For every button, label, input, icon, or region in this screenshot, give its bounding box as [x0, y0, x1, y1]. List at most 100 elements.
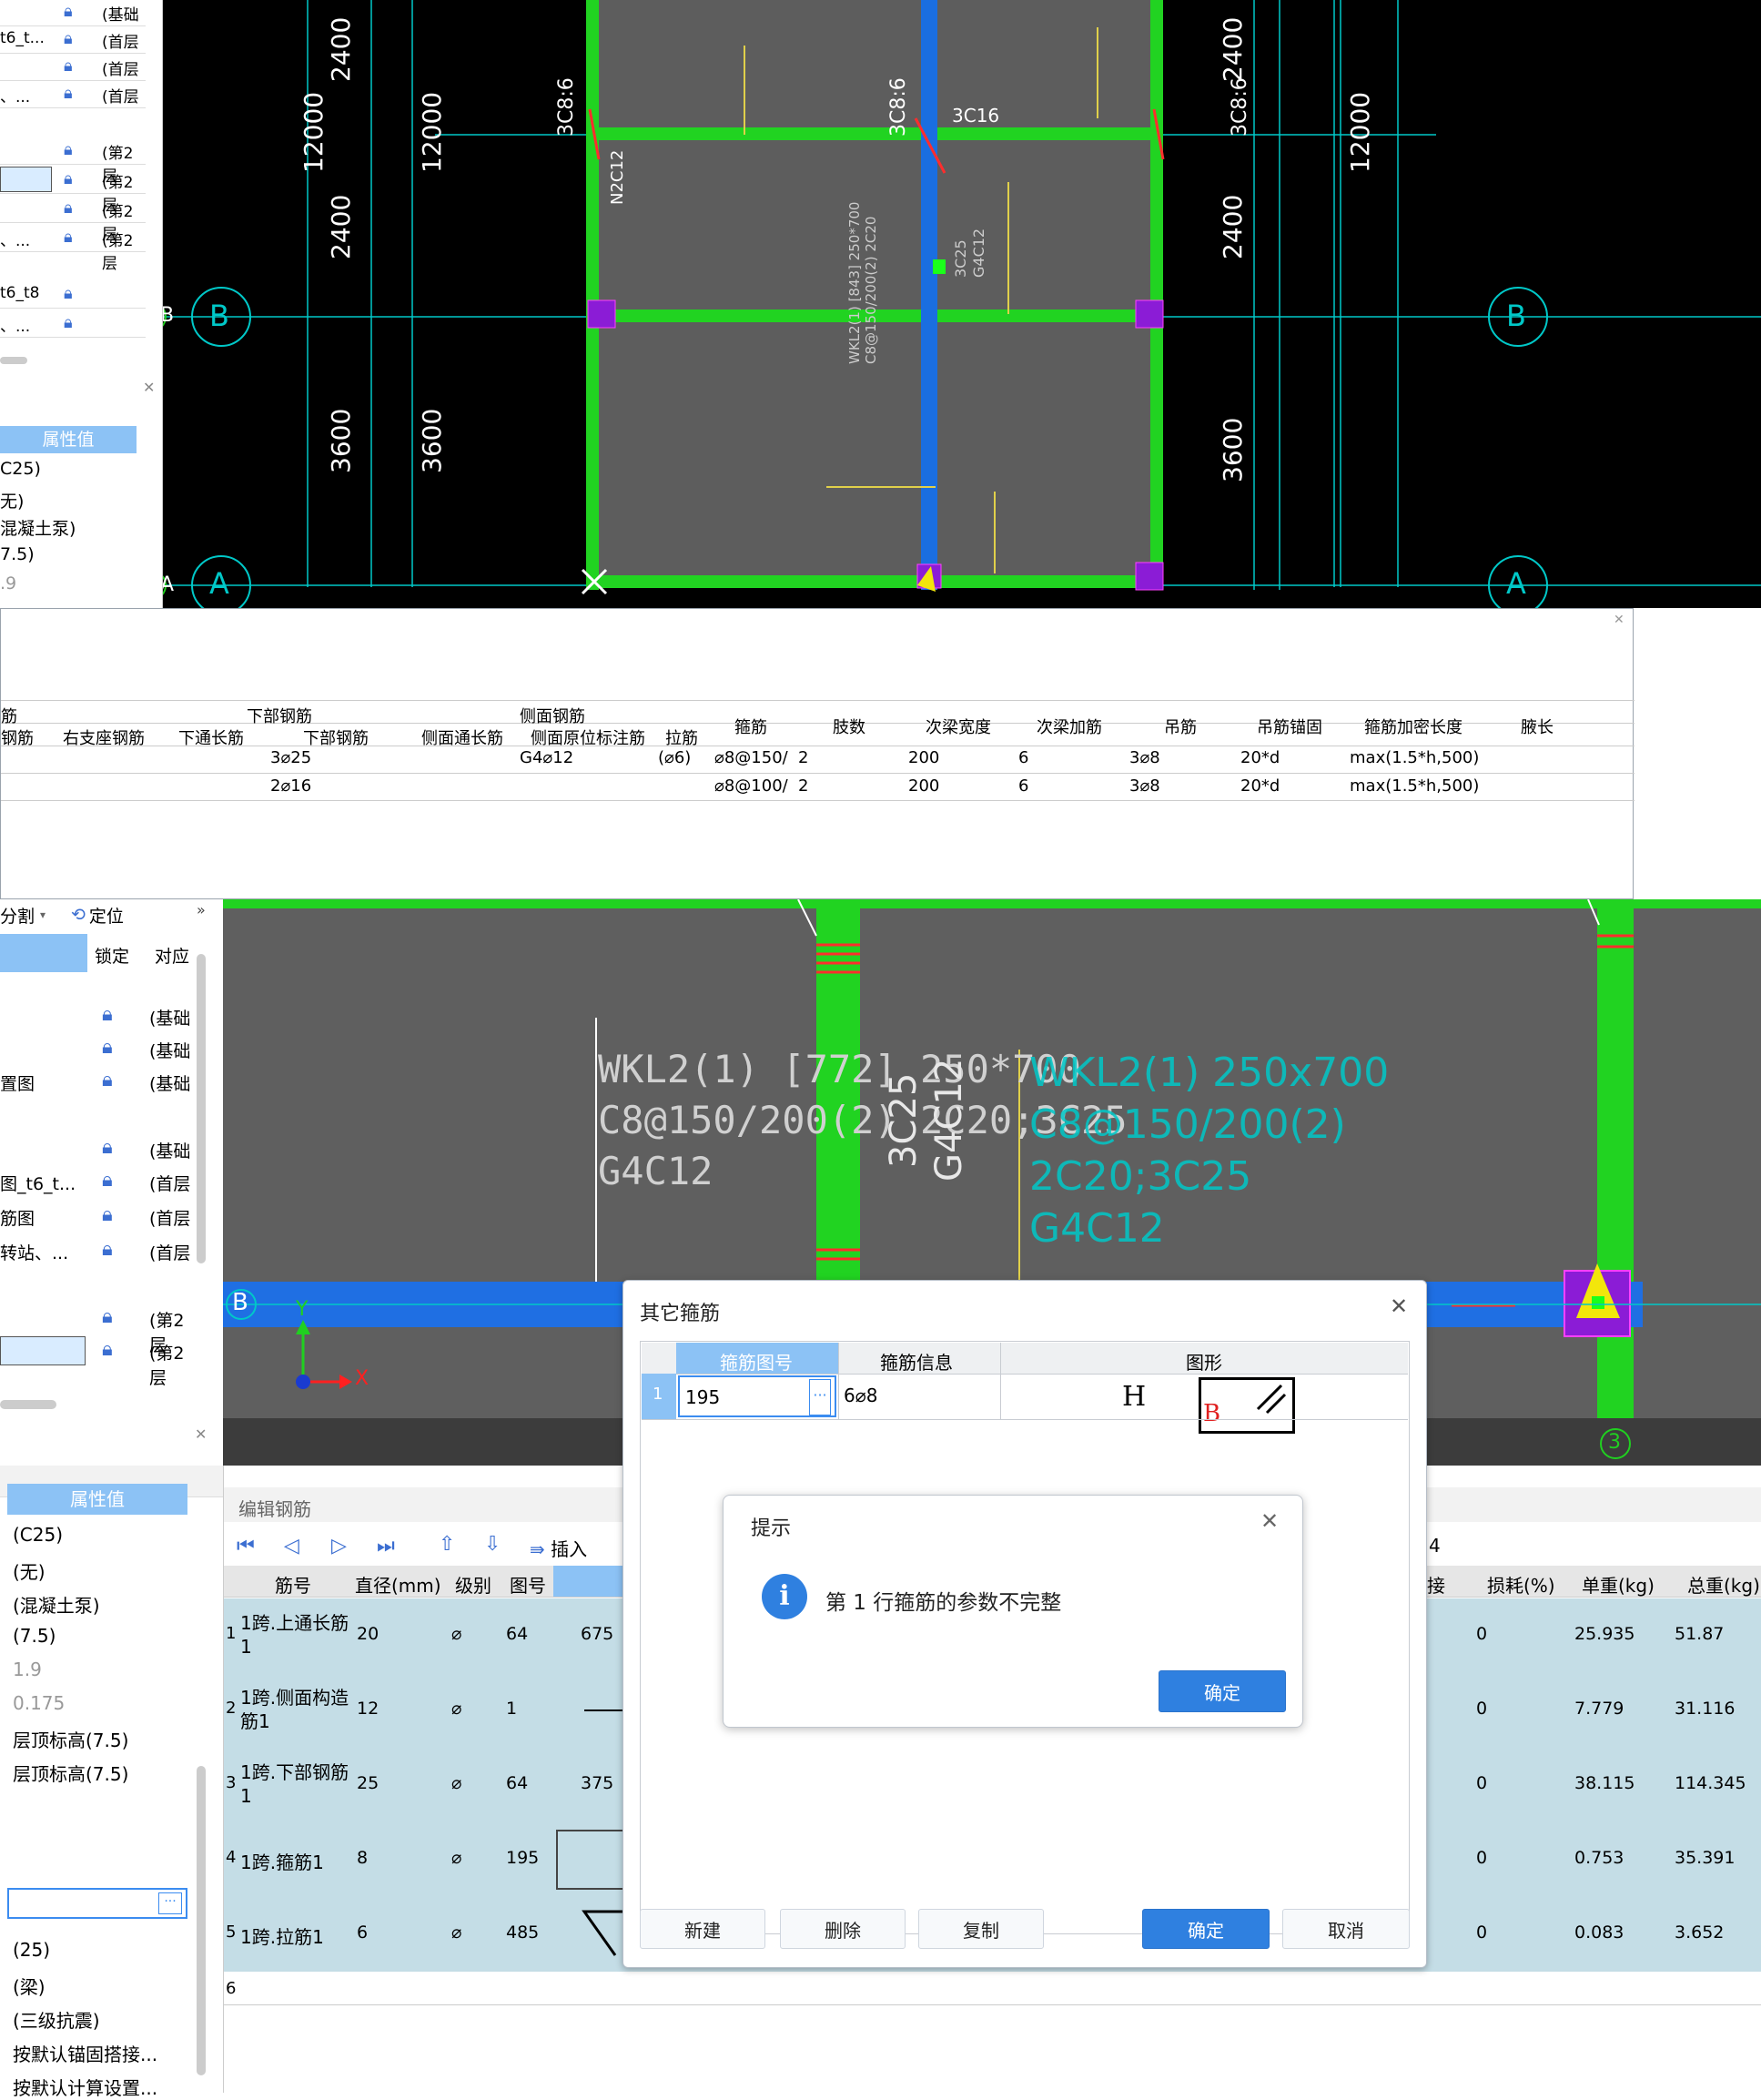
table-cell[interactable]: 20*d: [1240, 776, 1280, 796]
layer-row[interactable]: 筋图 🔒︎ (首层: [0, 1200, 196, 1233]
cancel-button[interactable]: 取消: [1282, 1909, 1410, 1949]
table-cell[interactable]: ⌀8@150/: [714, 748, 802, 767]
first-icon[interactable]: ⏮: [237, 1535, 255, 1557]
close-icon[interactable]: ✕: [195, 1425, 207, 1443]
close-icon[interactable]: ✕: [1614, 613, 1624, 627]
prop-value[interactable]: (C25): [13, 1524, 63, 1546]
lock-icon[interactable]: 🔒︎: [64, 2, 73, 21]
lock-icon[interactable]: 🔒︎: [102, 1169, 113, 1192]
layer-row[interactable]: 🔒︎ (首层: [0, 53, 146, 81]
locate-button[interactable]: ⟲ 定位: [71, 899, 153, 930]
layer-row[interactable]: 🔒︎ (基础: [0, 0, 146, 26]
close-icon[interactable]: ✕: [143, 379, 155, 396]
layer-row[interactable]: 🔒︎ (基础: [0, 1032, 196, 1065]
new-button[interactable]: 新建: [640, 1909, 765, 1949]
prop-value[interactable]: (三级抗震): [13, 2006, 100, 2033]
prop-value[interactable]: 按默认锚固搭接...: [13, 2040, 157, 2066]
layer-row[interactable]: t6_t... 🔒︎ (首层: [0, 25, 146, 54]
layer-row-selected[interactable]: 🔒︎ (第2层: [0, 166, 146, 215]
stirrup-fig-input[interactable]: 195 ···: [678, 1375, 836, 1417]
prop-value[interactable]: 0.175: [13, 1692, 65, 1714]
prop-value[interactable]: 按默认计算设置...: [13, 2074, 157, 2100]
layer-row[interactable]: 🔒︎ (第2层: [0, 195, 146, 244]
lock-icon[interactable]: 🔒︎: [102, 1136, 113, 1159]
prop-value[interactable]: 1.9: [13, 1659, 42, 1680]
scrollbar[interactable]: [197, 1766, 206, 2075]
lock-icon[interactable]: 🔒︎: [64, 29, 73, 48]
move-up-icon[interactable]: ⇧: [439, 1533, 455, 1556]
table-cell[interactable]: 2⌀16: [270, 776, 311, 796]
table-cell[interactable]: 20*d: [1240, 748, 1280, 767]
table-cell[interactable]: 6: [1018, 748, 1028, 767]
layer-row[interactable]: 🔒︎ (基础: [0, 999, 196, 1032]
scrollbar[interactable]: [0, 357, 27, 364]
lock-icon[interactable]: 🔒︎: [102, 1036, 113, 1059]
lock-icon[interactable]: 🔒︎: [102, 1003, 113, 1026]
split-button[interactable]: 分割 ▾: [0, 899, 64, 930]
more-icon[interactable]: ···: [809, 1379, 831, 1415]
more-icon[interactable]: ···: [158, 1892, 182, 1914]
lock-icon[interactable]: 🔒︎: [64, 56, 73, 76]
prop-value[interactable]: 层顶标高(7.5): [13, 1760, 128, 1786]
table-cell[interactable]: 200: [908, 776, 939, 796]
layer-row[interactable]: 🔒︎ (第2层: [0, 1302, 196, 1355]
layer-row[interactable]: 、... 🔒︎ (第2层: [0, 224, 146, 273]
last-icon[interactable]: ⏭: [377, 1535, 395, 1557]
scrollbar-h[interactable]: [0, 1400, 56, 1409]
layer-row[interactable]: 置图 🔒︎ (基础: [0, 1065, 196, 1098]
lock-icon[interactable]: 🔒︎: [64, 84, 73, 103]
lock-icon[interactable]: 🔒︎: [64, 140, 73, 159]
table-cell[interactable]: 3⌀25: [270, 748, 311, 767]
layer-row[interactable]: 🔒︎ (第2层: [0, 137, 146, 186]
lock-icon[interactable]: 🔒︎: [64, 228, 73, 247]
table-cell[interactable]: 3⌀8: [1129, 748, 1160, 767]
table-cell[interactable]: 200: [908, 748, 939, 767]
stirrup-info[interactable]: 6⌀8: [844, 1385, 878, 1406]
prev-icon[interactable]: ◁: [284, 1535, 299, 1557]
table-cell[interactable]: 3⌀8: [1129, 776, 1160, 796]
table-cell[interactable]: 2: [798, 776, 808, 796]
close-icon[interactable]: ✕: [1390, 1293, 1408, 1319]
prop-value[interactable]: (无): [13, 1557, 46, 1584]
table-cell[interactable]: ⌀8@100/: [714, 776, 802, 796]
lock-icon[interactable]: 🔒︎: [64, 169, 73, 188]
table-cell[interactable]: max(1.5*h,500): [1350, 776, 1479, 796]
table-cell[interactable]: 2: [798, 748, 808, 767]
close-icon[interactable]: ✕: [1260, 1508, 1279, 1534]
layer-row[interactable]: t6_t8 🔒︎: [0, 280, 146, 309]
next-icon[interactable]: ▷: [331, 1535, 347, 1557]
layer-row[interactable]: 、... 🔒︎ (首层: [0, 80, 146, 108]
more-icon[interactable]: »: [197, 901, 206, 918]
lock-icon[interactable]: 🔒︎: [102, 1238, 113, 1261]
lock-icon[interactable]: 🔒︎: [102, 1203, 113, 1226]
insert-button[interactable]: ⇛ 插入: [530, 1535, 587, 1561]
prop-input[interactable]: ···: [7, 1888, 187, 1919]
layer-row[interactable]: 、... 🔒︎: [0, 309, 146, 338]
layer-row-selected[interactable]: 🔒︎ (第2层: [0, 1334, 196, 1388]
table-cell[interactable]: max(1.5*h,500): [1350, 748, 1479, 767]
table-row[interactable]: 6: [224, 1972, 1761, 2005]
tip-ok-button[interactable]: 确定: [1159, 1670, 1286, 1712]
layer-row[interactable]: 图_t6_t... 🔒︎ (首层: [0, 1165, 196, 1198]
ok-button[interactable]: 确定: [1142, 1909, 1270, 1949]
prop-value[interactable]: 层顶标高(7.5): [13, 1726, 128, 1752]
prop-value[interactable]: (25): [13, 1939, 50, 1961]
lock-icon[interactable]: 🔒︎: [64, 313, 73, 332]
lock-icon[interactable]: 🔒︎: [102, 1305, 113, 1328]
lock-icon[interactable]: 🔒︎: [102, 1069, 113, 1091]
prop-value[interactable]: (混凝土泵): [13, 1591, 100, 1618]
prop-value[interactable]: (梁): [13, 1973, 46, 1999]
prop-value[interactable]: (7.5): [13, 1625, 56, 1647]
table-cell[interactable]: 6: [1018, 776, 1028, 796]
cad-view-top[interactable]: 2400 12000 2400 3600 3600 12000 2400 120…: [160, 0, 1761, 608]
layer-row[interactable]: 🔒︎ (基础: [0, 1132, 196, 1165]
lock-icon[interactable]: 🔒︎: [64, 198, 73, 218]
layer-row[interactable]: 转站、... 🔒︎ (首层: [0, 1234, 196, 1267]
copy-button[interactable]: 复制: [918, 1909, 1044, 1949]
delete-button[interactable]: 删除: [780, 1909, 906, 1949]
table-cell[interactable]: G4⌀12: [520, 748, 573, 767]
scrollbar[interactable]: [197, 954, 206, 1263]
lock-icon[interactable]: 🔒︎: [64, 284, 73, 303]
move-down-icon[interactable]: ⇩: [484, 1533, 501, 1556]
table-cell[interactable]: (⌀6): [658, 748, 691, 767]
